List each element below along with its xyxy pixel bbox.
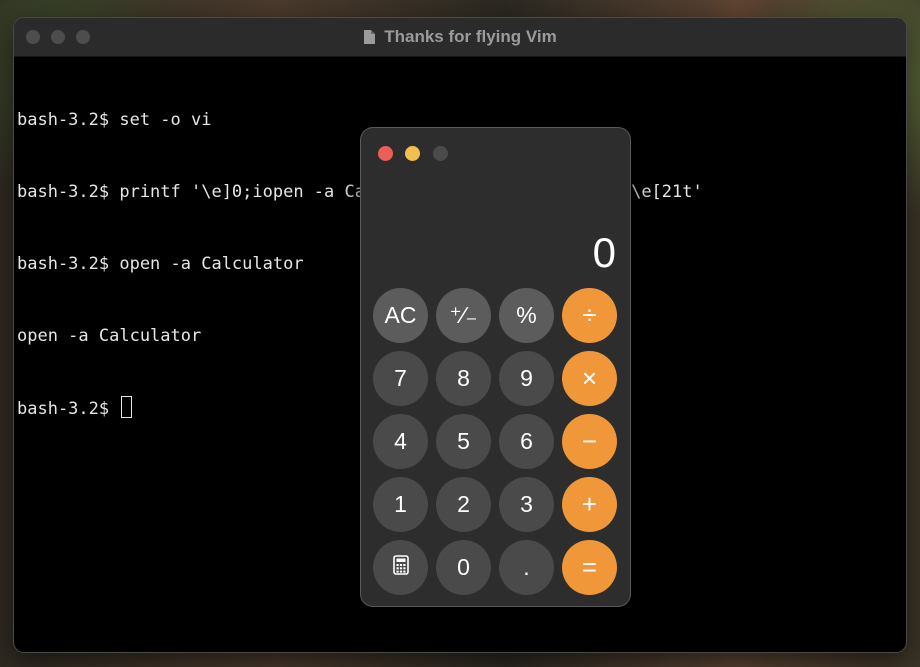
key-label: ÷ xyxy=(582,300,597,330)
calculator-close-button[interactable] xyxy=(378,146,393,161)
digit-3-button[interactable]: 3 xyxy=(499,477,554,532)
add-button[interactable]: + xyxy=(562,477,617,532)
key-label: + xyxy=(581,489,598,519)
digit-0-button[interactable]: 0 xyxy=(436,540,491,595)
key-label: 5 xyxy=(457,428,470,454)
digit-1-button[interactable]: 1 xyxy=(373,477,428,532)
key-label: 3 xyxy=(520,491,533,517)
key-label: AC xyxy=(384,302,417,328)
key-label: × xyxy=(581,363,598,393)
key-label: 9 xyxy=(520,365,533,391)
window-title-text: Thanks for flying Vim xyxy=(384,27,557,46)
subtract-button[interactable]: − xyxy=(562,414,617,469)
key-label: = xyxy=(581,552,598,582)
document-icon xyxy=(363,29,376,45)
calculator-mode-button[interactable] xyxy=(373,540,428,595)
window-title: Thanks for flying Vim xyxy=(14,18,906,56)
digit-6-button[interactable]: 6 xyxy=(499,414,554,469)
key-label: 2 xyxy=(457,491,470,517)
calculator-display: 0 xyxy=(592,229,616,276)
digit-5-button[interactable]: 5 xyxy=(436,414,491,469)
terminal-prompt: bash-3.2$ xyxy=(17,399,120,419)
digit-7-button[interactable]: 7 xyxy=(373,351,428,406)
key-label: 7 xyxy=(394,365,407,391)
decimal-button[interactable]: . xyxy=(499,540,554,595)
key-label: ⁺∕₋ xyxy=(449,302,478,328)
key-label: 6 xyxy=(520,428,533,454)
key-label: 8 xyxy=(457,365,470,391)
digit-4-button[interactable]: 4 xyxy=(373,414,428,469)
key-label: 1 xyxy=(394,491,407,517)
digit-2-button[interactable]: 2 xyxy=(436,477,491,532)
key-label: − xyxy=(581,426,598,456)
terminal-cursor xyxy=(121,396,133,418)
key-label: 0 xyxy=(457,554,470,580)
terminal-titlebar[interactable]: Thanks for flying Vim xyxy=(14,18,906,57)
digit-8-button[interactable]: 8 xyxy=(436,351,491,406)
key-label: 4 xyxy=(394,428,407,454)
multiply-button[interactable]: × xyxy=(562,351,617,406)
calculator-zoom-button[interactable] xyxy=(433,146,448,161)
percent-button[interactable]: % xyxy=(499,288,554,343)
key-label: % xyxy=(516,302,537,328)
calculator-minimize-button[interactable] xyxy=(405,146,420,161)
calculator-window[interactable]: 0 AC ⁺∕₋% ÷ 7 8 9 × 4 5 6 − 1 2 3 +0. = xyxy=(361,128,630,606)
all-clear-button[interactable]: AC xyxy=(373,288,428,343)
calculator-keypad: AC ⁺∕₋% ÷ 7 8 9 × 4 5 6 − 1 2 3 +0. = xyxy=(373,288,617,595)
plus-minus-button[interactable]: ⁺∕₋ xyxy=(436,288,491,343)
calculator-icon xyxy=(392,554,409,581)
key-label: . xyxy=(523,554,530,580)
divide-button[interactable]: ÷ xyxy=(562,288,617,343)
equals-button[interactable]: = xyxy=(562,540,617,595)
digit-9-button[interactable]: 9 xyxy=(499,351,554,406)
